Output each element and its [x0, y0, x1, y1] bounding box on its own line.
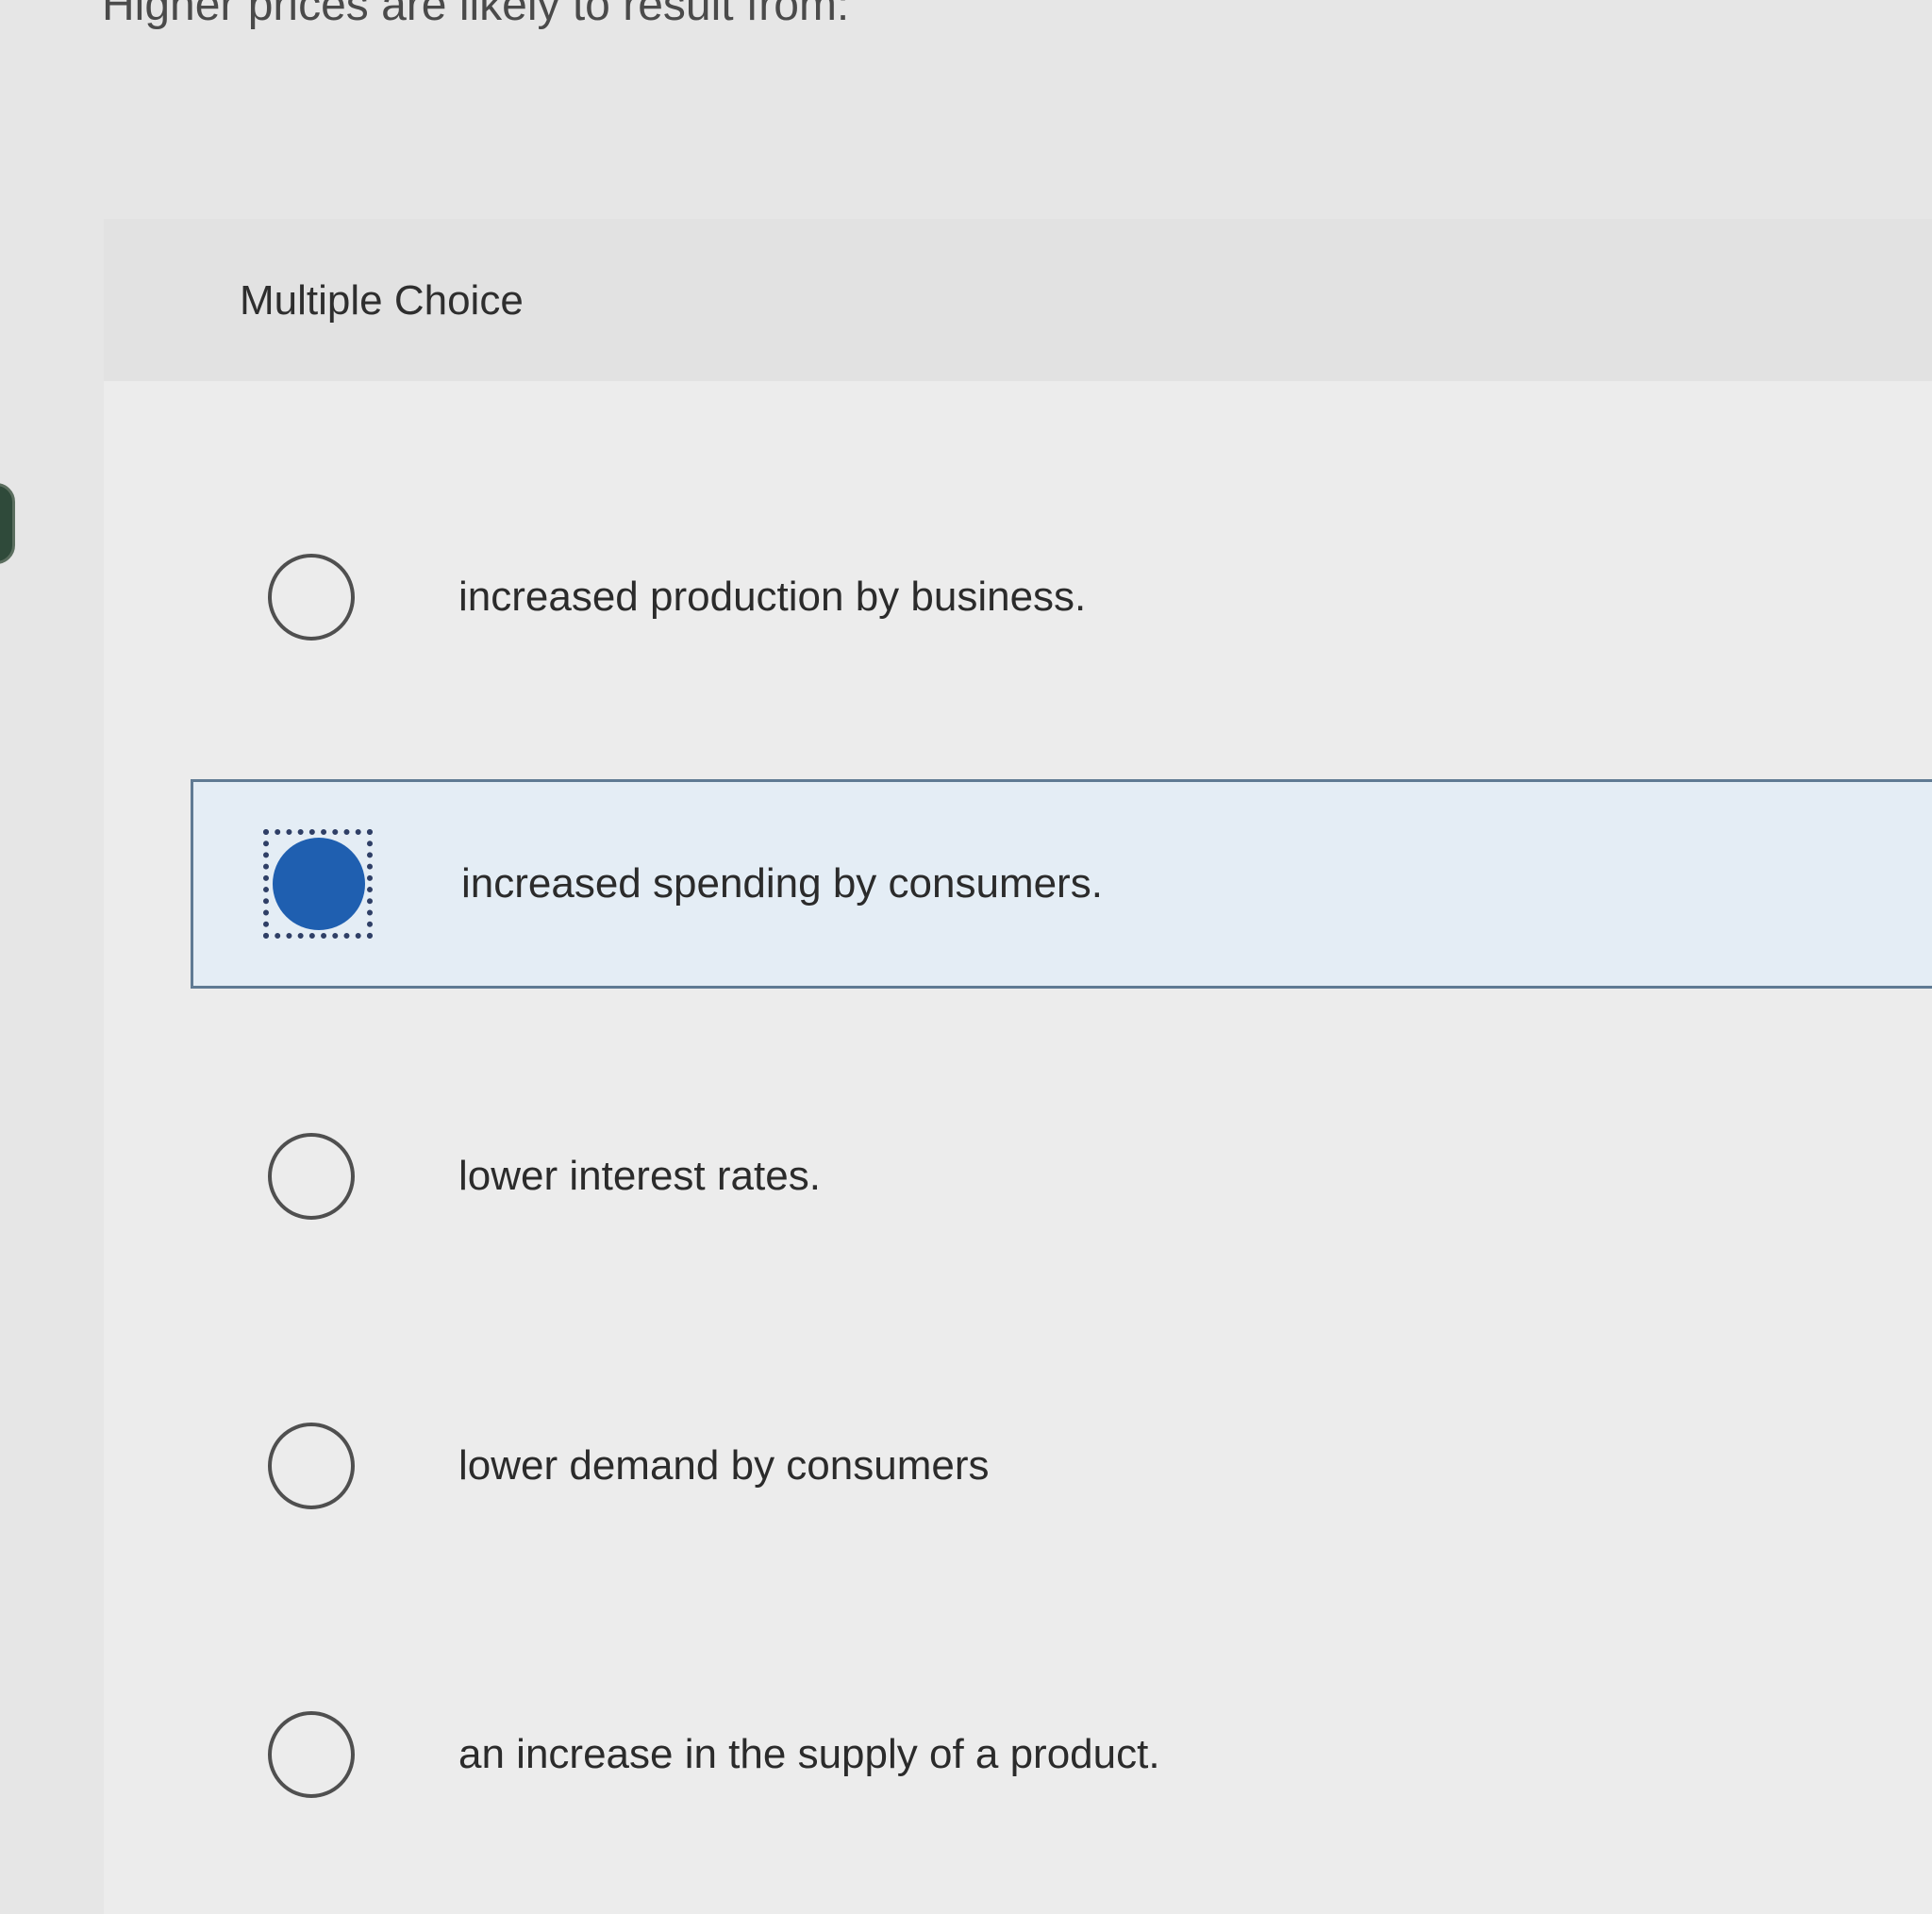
panel-header: Multiple Choice: [104, 219, 1932, 381]
choice-option-1[interactable]: increased production by business.: [191, 492, 1932, 702]
multiple-choice-panel: Multiple Choice increased production by …: [104, 219, 1932, 1914]
question-text: Higher prices are likely to result from:: [102, 0, 850, 30]
radio-checked-icon[interactable]: [273, 838, 365, 930]
choice-option-5[interactable]: an increase in the supply of a product.: [191, 1650, 1932, 1859]
choice-option-3[interactable]: lower interest rates.: [191, 1072, 1932, 1281]
choice-label: lower interest rates.: [458, 1153, 821, 1199]
radio-unchecked-icon[interactable]: [268, 1711, 355, 1798]
choice-label: lower demand by consumers: [458, 1442, 990, 1489]
choice-label: increased spending by consumers.: [461, 860, 1103, 907]
radio-unchecked-icon[interactable]: [268, 554, 355, 641]
choice-label: increased production by business.: [458, 574, 1087, 620]
radio-unchecked-icon[interactable]: [268, 1423, 355, 1509]
question-type-label: Multiple Choice: [240, 277, 524, 324]
choice-option-2[interactable]: increased spending by consumers.: [191, 779, 1932, 989]
radio-unchecked-icon[interactable]: [268, 1133, 355, 1220]
choice-option-4[interactable]: lower demand by consumers: [191, 1361, 1932, 1571]
choice-label: an increase in the supply of a product.: [458, 1731, 1160, 1777]
left-edge-tab-icon: [0, 483, 15, 564]
